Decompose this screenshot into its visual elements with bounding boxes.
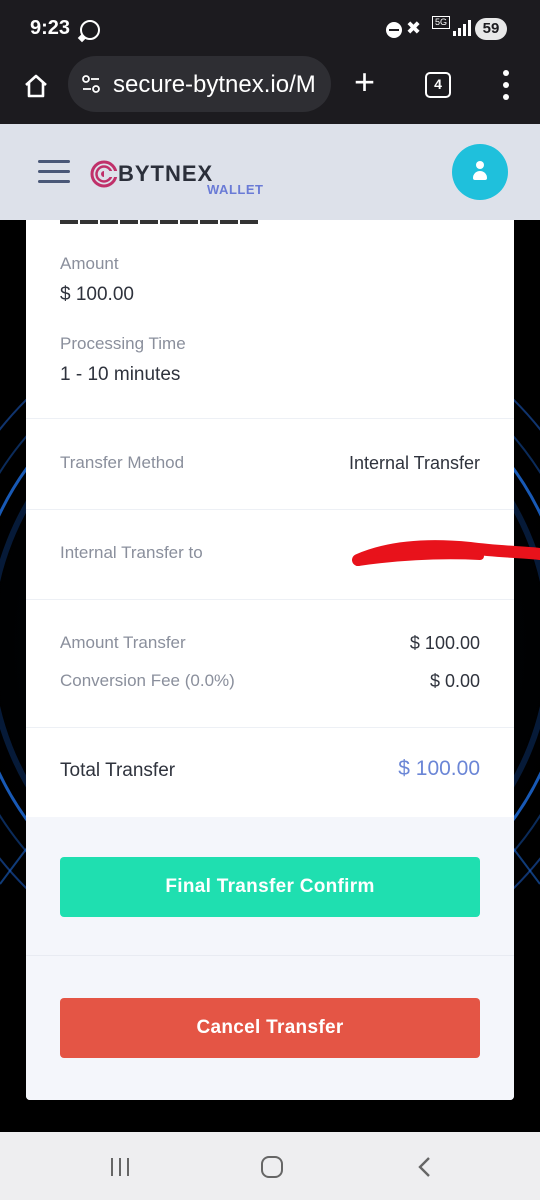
cancel-transfer-button[interactable]: Cancel Transfer [60, 998, 480, 1058]
battery-badge: 59 [475, 18, 507, 40]
transfer-method-label: Transfer Method [60, 453, 185, 472]
plus-icon[interactable]: + [354, 64, 375, 100]
whatsapp-icon [80, 20, 100, 40]
redaction-scribble [352, 540, 540, 566]
divider [26, 955, 514, 956]
hamburger-menu-icon[interactable] [38, 160, 70, 184]
divider [26, 418, 514, 419]
address-bar[interactable]: secure-bytnex.io/M [68, 56, 331, 112]
divider [26, 727, 514, 728]
status-bar: 9:23 ✖ 5G 59 [0, 0, 540, 56]
network-icon: 5G [432, 16, 451, 29]
conversion-fee-label: Conversion Fee (0.0%) [60, 671, 235, 690]
processing-time-label: Processing Time [60, 334, 186, 353]
total-transfer-label: Total Transfer [60, 760, 176, 781]
transfer-summary-card: ▬▬▬▬▬▬▬▬▬▬ Amount $ 100.00 Processing Ti… [26, 220, 514, 1100]
total-transfer-value: $ 100.00 [398, 757, 480, 780]
mute-icon: ✖ [406, 18, 422, 38]
processing-time-value: 1 - 10 minutes [60, 364, 181, 385]
user-avatar-button[interactable] [452, 144, 508, 200]
back-icon[interactable] [414, 1156, 436, 1178]
divider [26, 599, 514, 600]
conversion-fee-value: $ 0.00 [429, 671, 480, 691]
home-icon[interactable] [22, 72, 50, 100]
system-nav-bar [0, 1132, 540, 1200]
action-area: Final Transfer Confirm Cancel Transfer [26, 817, 514, 1100]
recents-icon[interactable] [111, 1158, 131, 1176]
menu-icon[interactable] [502, 70, 510, 100]
divider [26, 509, 514, 510]
browser-toolbar: secure-bytnex.io/M + 4 [0, 56, 540, 124]
home-nav-icon[interactable] [261, 1156, 283, 1178]
internal-transfer-to-label: Internal Transfer to [60, 543, 203, 562]
dnd-icon [386, 22, 402, 38]
tabs-icon[interactable]: 4 [425, 72, 451, 98]
signal-icon [453, 20, 473, 36]
cut-off-text: ▬▬▬▬▬▬▬▬▬▬ [60, 220, 260, 229]
amount-value: $ 100.00 [60, 284, 134, 305]
tune-icon[interactable] [82, 75, 100, 93]
logo-text[interactable]: BYTNEX [118, 161, 213, 187]
user-icon [476, 161, 484, 169]
amount-label: Amount [60, 254, 119, 273]
status-time: 9:23 [30, 17, 71, 39]
amount-transfer-value: $ 100.00 [409, 633, 480, 653]
site-header: BYTNEX WALLET [0, 124, 540, 220]
final-transfer-confirm-button[interactable]: Final Transfer Confirm [60, 857, 480, 917]
transfer-method-value: Internal Transfer [348, 453, 480, 473]
page-viewport: BYTNEX WALLET ▬▬▬▬▬▬▬▬▬▬ Amount $ 100.00… [0, 124, 540, 1132]
logo-mark-icon [90, 160, 118, 188]
url-text[interactable]: secure-bytnex.io/M [113, 71, 325, 99]
logo-subtitle: WALLET [207, 182, 264, 197]
amount-transfer-label: Amount Transfer [60, 633, 186, 652]
